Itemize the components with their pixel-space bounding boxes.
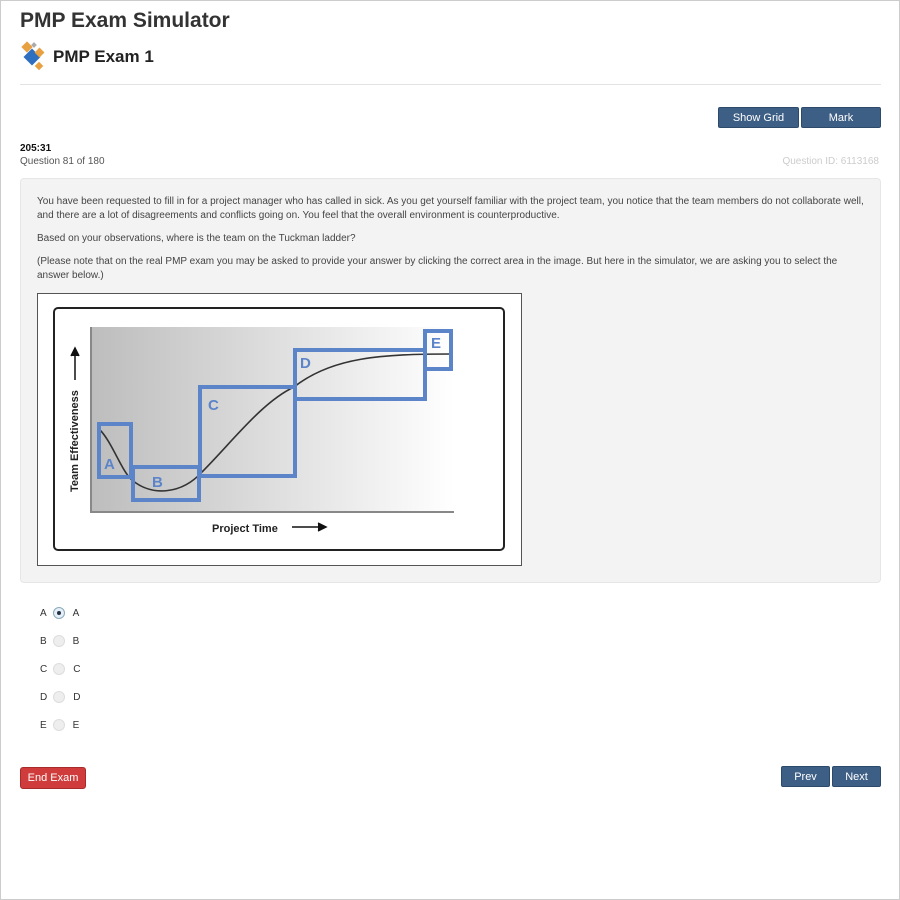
option-letter: B (40, 635, 47, 647)
option-letter: C (40, 663, 48, 675)
tuckman-figure: A B C D E Team Effectiveness Project Tim… (37, 293, 522, 566)
x-axis-label: Project Time (212, 523, 278, 535)
divider (20, 84, 881, 85)
answer-option[interactable]: EE (40, 719, 79, 731)
option-letter: A (40, 607, 47, 619)
option-radio[interactable] (52, 607, 65, 619)
question-id: Question ID: 6113168 (782, 156, 879, 167)
option-radio[interactable] (53, 663, 66, 675)
exam-logo-icon (21, 41, 45, 71)
region-label-c: C (208, 397, 219, 414)
region-label-d: D (300, 355, 311, 372)
next-button[interactable]: Next (832, 766, 881, 787)
answer-option[interactable]: BB (40, 635, 79, 647)
y-axis-label: Team Effectiveness (69, 390, 81, 492)
region-label-a: A (104, 456, 115, 473)
exam-header: PMP Exam 1 (21, 41, 154, 73)
option-radio[interactable] (52, 635, 65, 647)
end-exam-button[interactable]: End Exam (20, 767, 86, 789)
question-text: You have been requested to fill in for a… (37, 196, 864, 221)
question-prompt: Based on your observations, where is the… (37, 233, 356, 244)
prev-button[interactable]: Prev (781, 766, 830, 787)
option-radio[interactable] (52, 719, 65, 731)
option-label: D (73, 691, 81, 703)
timer: 205:31 (20, 143, 52, 154)
question-number: Question 81 of 180 (20, 156, 105, 167)
region-label-b: B (152, 474, 163, 491)
answer-option[interactable]: AA (40, 607, 79, 619)
app-title: PMP Exam Simulator (20, 9, 230, 32)
option-letter: E (40, 719, 47, 731)
option-label: B (72, 635, 80, 647)
option-letter: D (40, 691, 48, 703)
mark-button[interactable]: Mark (801, 107, 881, 128)
option-radio[interactable] (53, 691, 66, 703)
answer-option[interactable]: CC (40, 663, 80, 675)
show-grid-button[interactable]: Show Grid (718, 107, 799, 128)
question-note: (Please note that on the real PMP exam y… (37, 256, 838, 281)
question-panel: You have been requested to fill in for a… (20, 178, 881, 583)
region-label-e: E (431, 335, 441, 352)
option-label: E (72, 719, 80, 731)
answer-option[interactable]: DD (40, 691, 80, 703)
option-label: A (72, 607, 80, 619)
option-label: C (73, 663, 81, 675)
exam-title: PMP Exam 1 (53, 47, 154, 66)
